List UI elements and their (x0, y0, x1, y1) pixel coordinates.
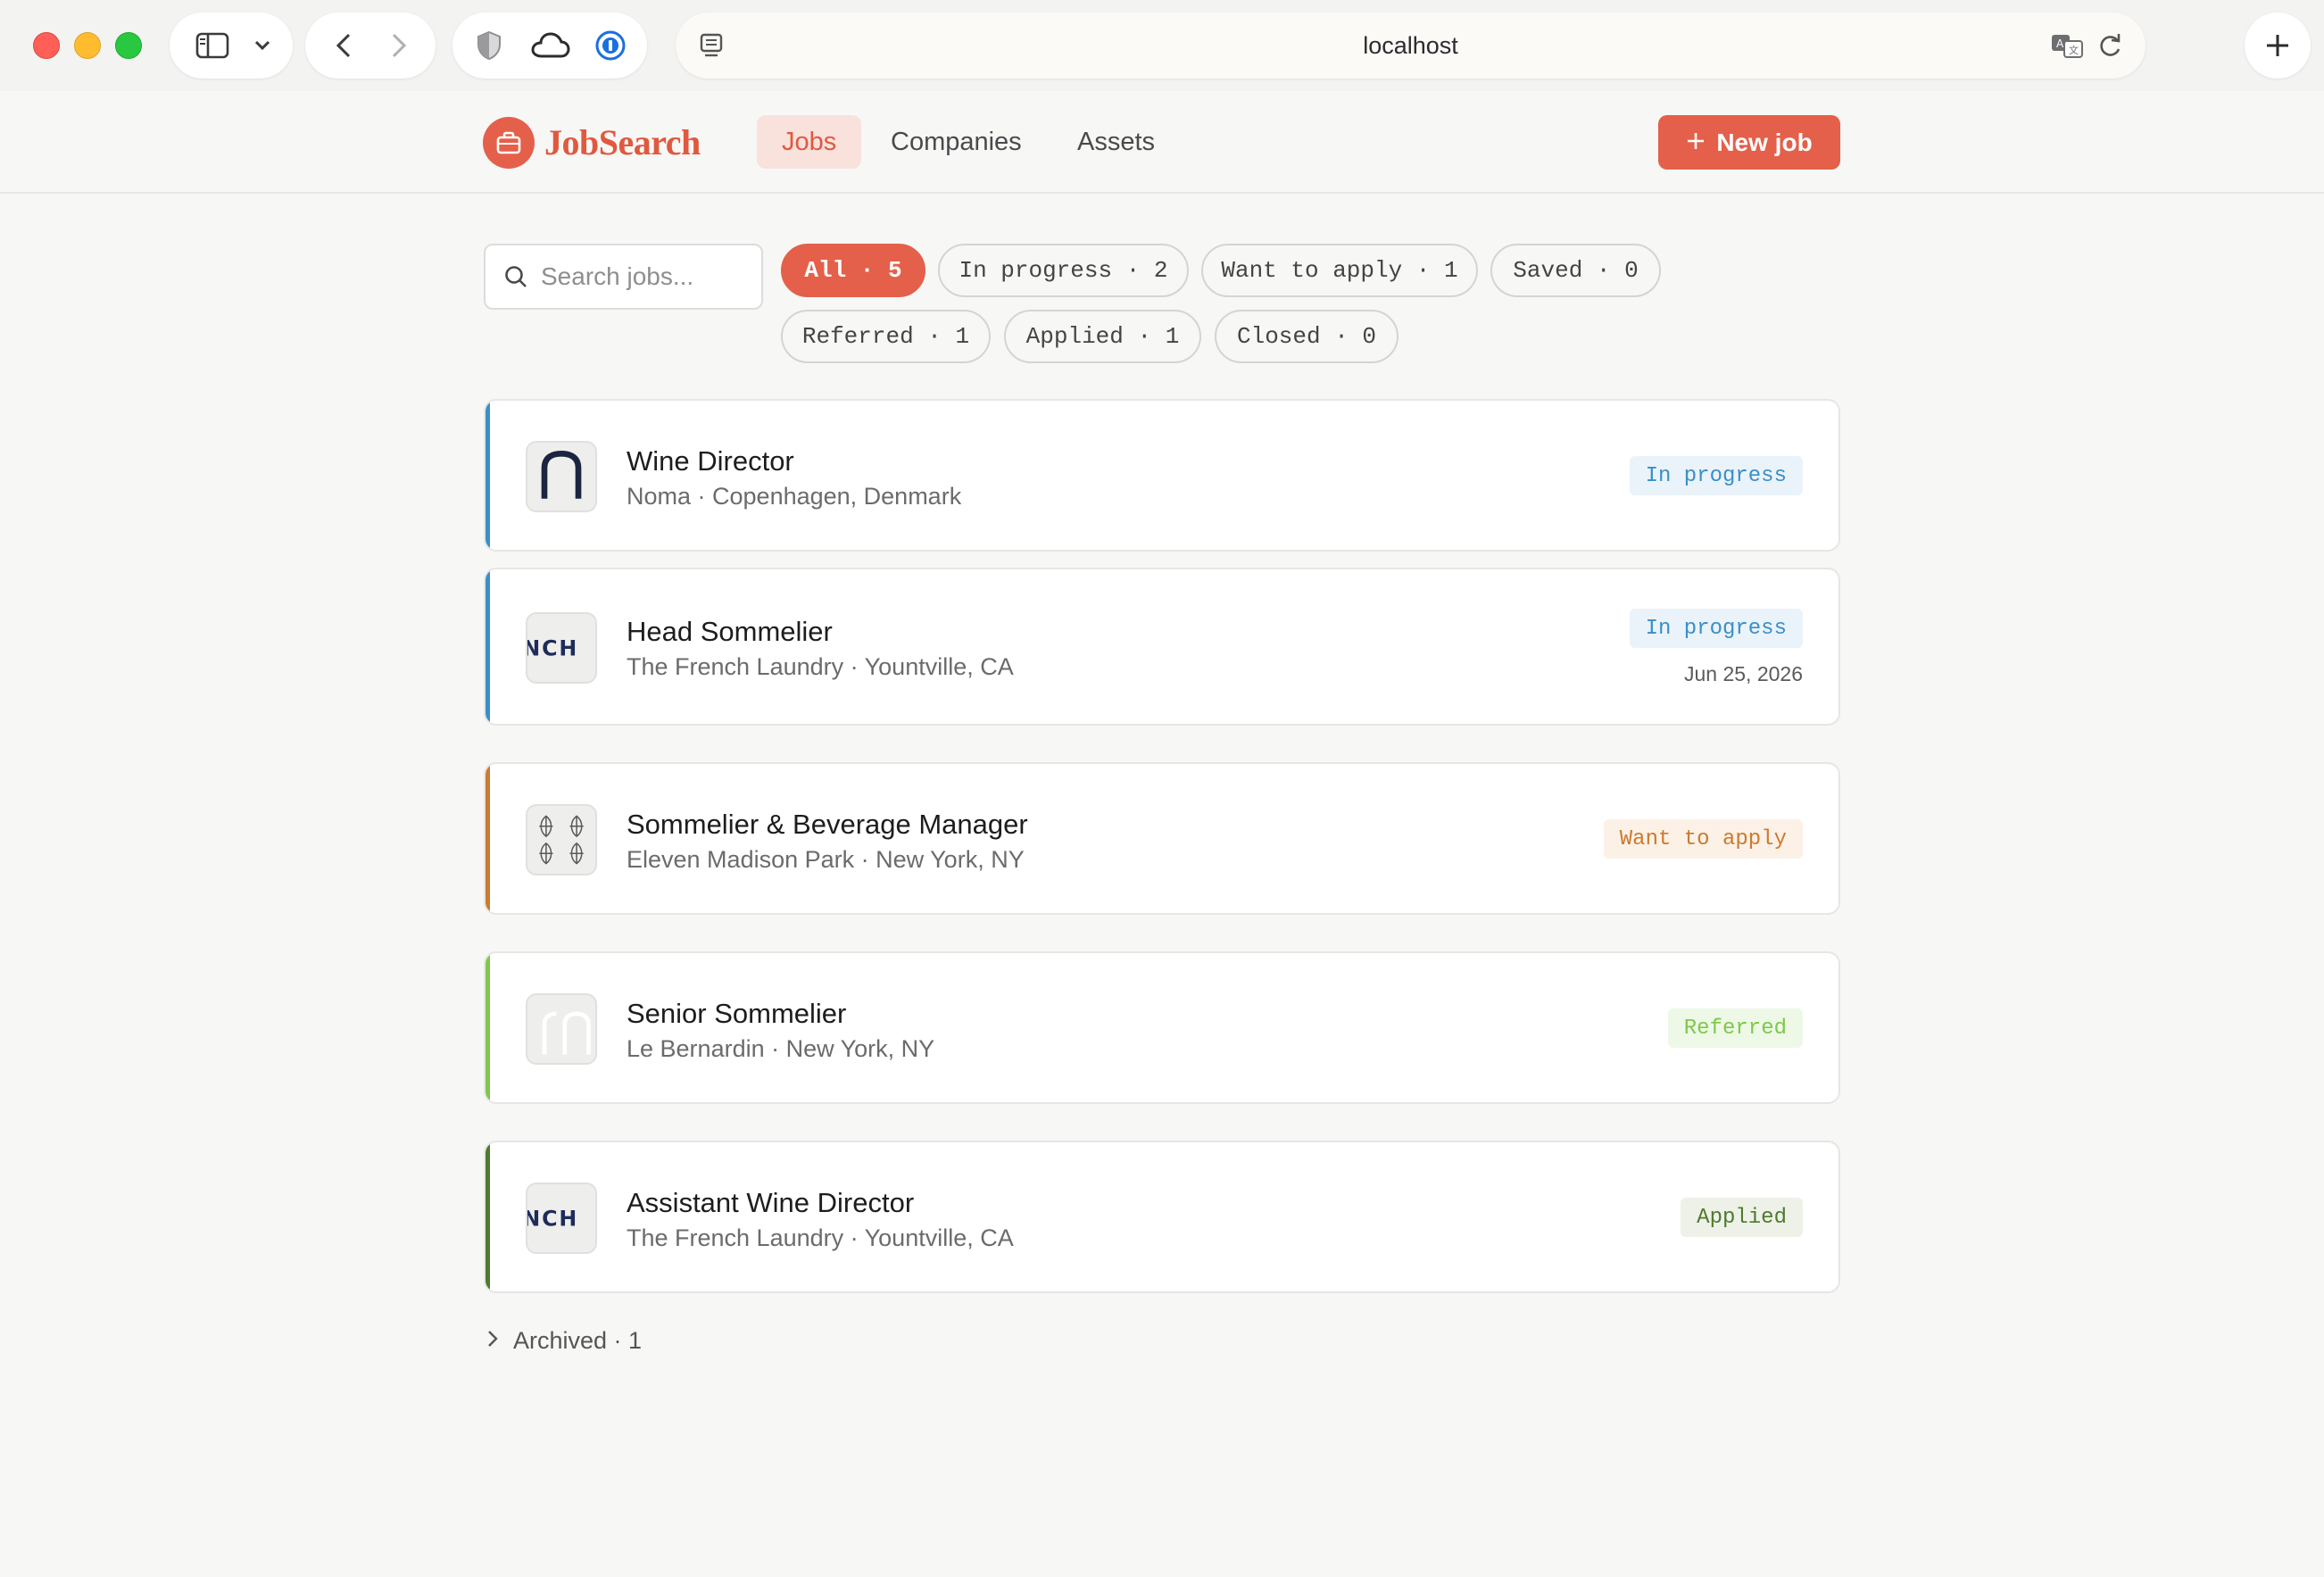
translate-icon[interactable]: A文 (2047, 12, 2087, 79)
status-accent-bar (486, 569, 490, 724)
job-title[interactable]: Assistant Wine Director (627, 1187, 914, 1219)
job-card[interactable]: Senior Sommelier Le Bernardin · New York… (484, 951, 1840, 1104)
job-title[interactable]: Sommelier & Beverage Manager (627, 809, 1028, 841)
plus-icon (1686, 129, 1706, 157)
job-title[interactable]: Head Sommelier (627, 616, 833, 648)
new-job-label: New job (1716, 128, 1813, 156)
svg-text:文: 文 (2069, 44, 2079, 56)
app-logo-text[interactable]: JobSearch (544, 118, 701, 168)
status-accent-bar (486, 1142, 490, 1291)
filter-chip-saved[interactable]: Saved · 0 (1490, 244, 1661, 297)
sidebar-toggle-group (170, 12, 293, 79)
job-company-location: Le Bernardin · New York, NY (627, 1035, 935, 1062)
filter-chip-referred[interactable]: Referred · 1 (781, 310, 991, 363)
svg-text:A: A (2056, 37, 2064, 50)
job-date: Jun 25, 2026 (1683, 662, 1803, 685)
plus-icon (2245, 12, 2311, 79)
reload-icon[interactable] (2090, 12, 2129, 79)
company-logo (526, 804, 597, 876)
job-company-location: Noma · Copenhagen, Denmark (627, 483, 962, 510)
filter-chip-want-to-apply[interactable]: Want to apply · 1 (1201, 244, 1478, 297)
browser-toolbar: localhost A文 (0, 0, 2324, 91)
new-job-button[interactable]: New job (1658, 115, 1840, 170)
svg-text:NCH: NCH (527, 636, 578, 661)
job-card[interactable]: Wine Director Noma · Copenhagen, Denmark… (484, 399, 1840, 552)
cloud-icon[interactable] (524, 12, 577, 79)
company-logo (526, 993, 597, 1065)
job-company-location: Eleven Madison Park · New York, NY (627, 846, 1025, 873)
back-arrow-icon[interactable] (321, 12, 366, 79)
job-title[interactable]: Senior Sommelier (627, 998, 846, 1030)
status-accent-bar (486, 953, 490, 1102)
status-accent-bar (486, 401, 490, 550)
status-badge: Referred (1667, 1008, 1803, 1048)
status-accent-bar (486, 764, 490, 913)
job-company-location: The French Laundry · Yountville, CA (627, 1224, 1014, 1251)
history-nav-group (305, 12, 436, 79)
company-logo (526, 441, 597, 512)
status-badge: In progress (1629, 609, 1803, 648)
job-card[interactable]: NCH Head Sommelier The French Laundry · … (484, 568, 1840, 726)
status-badge: In progress (1629, 456, 1803, 495)
new-tab-button[interactable] (2245, 12, 2311, 79)
company-logo: NCH (526, 612, 597, 684)
close-window-button[interactable] (33, 32, 60, 59)
job-company-location: The French Laundry · Yountville, CA (627, 653, 1014, 680)
search-input[interactable] (541, 262, 755, 291)
minimize-window-button[interactable] (74, 32, 101, 59)
nav-jobs[interactable]: Jobs (757, 115, 862, 169)
job-card[interactable]: Sommelier & Beverage Manager Eleven Madi… (484, 762, 1840, 915)
filter-chip-closed[interactable]: Closed · 0 (1215, 310, 1399, 363)
company-logo: NCH (526, 1183, 597, 1254)
search-box (484, 244, 763, 310)
chevron-right-icon (486, 1327, 499, 1355)
briefcase-icon[interactable] (483, 117, 535, 169)
job-card[interactable]: NCH Assistant Wine Director The French L… (484, 1141, 1840, 1293)
filter-chip-in-progress[interactable]: In progress · 2 (938, 244, 1189, 297)
archived-label: Archived · 1 (513, 1326, 643, 1354)
search-icon (503, 263, 530, 290)
svg-text:NCH: NCH (527, 1207, 578, 1232)
nav-companies[interactable]: Companies (866, 115, 1047, 169)
job-title[interactable]: Wine Director (627, 445, 794, 477)
extensions-group (452, 12, 647, 79)
filter-chip-all[interactable]: All · 5 (781, 244, 925, 297)
url-text: localhost (1363, 31, 1458, 59)
chevron-down-icon[interactable] (245, 12, 280, 79)
address-bar[interactable]: localhost A文 (676, 12, 2146, 79)
password-manager-icon[interactable] (588, 12, 633, 79)
filter-chip-applied[interactable]: Applied · 1 (1004, 310, 1201, 363)
nav-assets[interactable]: Assets (1052, 115, 1180, 169)
archived-toggle[interactable]: Archived · 1 (486, 1324, 642, 1357)
status-badge: Want to apply (1603, 819, 1803, 859)
status-badge: Applied (1681, 1198, 1803, 1237)
forward-arrow-icon[interactable] (377, 12, 421, 79)
zoom-window-button[interactable] (115, 32, 142, 59)
app-header: JobSearch Jobs Companies Assets New job (0, 91, 2324, 194)
shield-icon[interactable] (467, 12, 511, 79)
sidebar-icon[interactable] (187, 12, 237, 79)
